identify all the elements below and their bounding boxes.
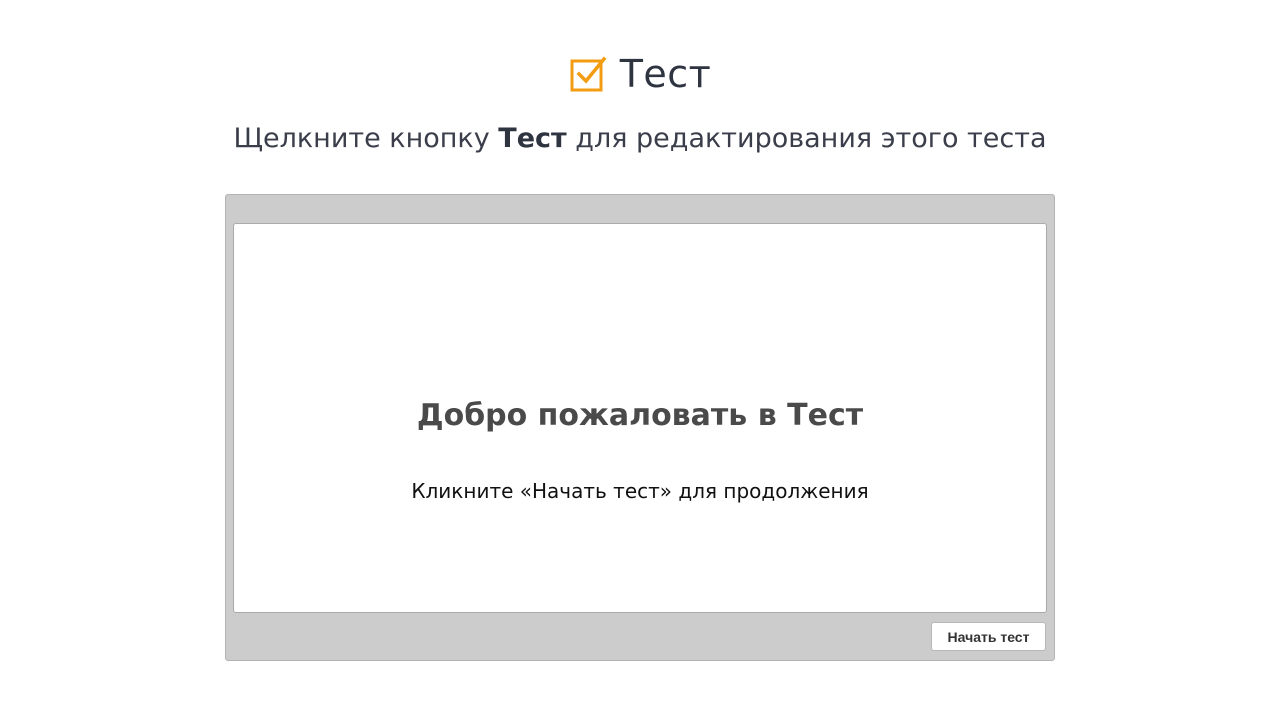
welcome-heading: Добро пожаловать в Тест [416, 398, 864, 433]
instruction-text: Щелкните кнопку Тест для редактирования … [0, 121, 1280, 157]
checkbox-checked-icon [569, 55, 607, 93]
quiz-slide: Добро пожаловать в Тест Кликните «Начать… [233, 223, 1047, 613]
instruction-text-bold: Тест [498, 123, 567, 154]
welcome-text: Кликните «Начать тест» для продолжения [411, 479, 869, 503]
page-title: Тест [619, 52, 712, 96]
quiz-player-frame: Добро пожаловать в Тест Кликните «Начать… [225, 194, 1055, 661]
page-header: Тест [0, 50, 1280, 98]
instruction-text-after: для редактирования этого теста [566, 123, 1047, 154]
start-quiz-button[interactable]: Начать тест [931, 622, 1046, 651]
instruction-text-before: Щелкните кнопку [233, 123, 499, 154]
